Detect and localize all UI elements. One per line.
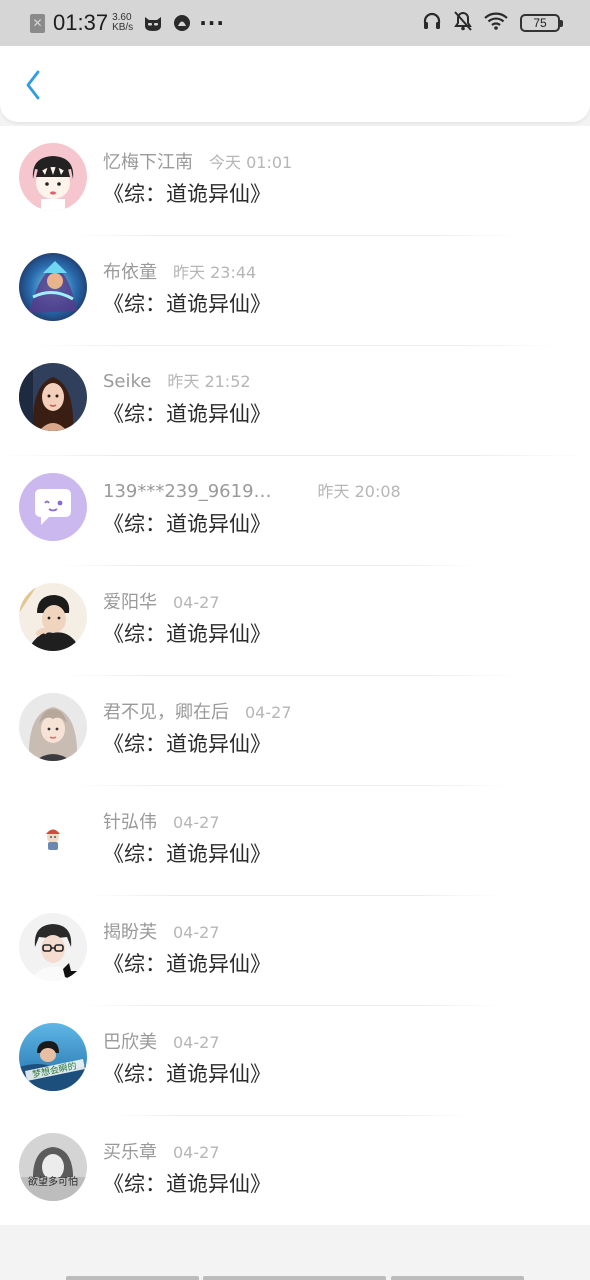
timestamp: 04-27: [173, 813, 220, 832]
battery-indicator: 75: [520, 14, 563, 32]
avatar[interactable]: [19, 803, 87, 871]
timestamp: 04-27: [173, 1033, 220, 1052]
list-item[interactable]: 139***239_9619… 昨天 20:08 《综：道诡异仙》: [0, 456, 590, 566]
user-name: 针弘伟: [103, 812, 157, 833]
list-item[interactable]: 君不见，卿在后 04-27 《综：道诡异仙》: [0, 676, 590, 786]
book-title: 《综：道诡异仙》: [103, 952, 271, 976]
user-name: 揭盼芙: [103, 922, 157, 943]
avatar[interactable]: [19, 913, 87, 981]
list-item[interactable]: 布依童 昨天 23:44 《综：道诡异仙》: [0, 236, 590, 346]
user-name: 君不见，卿在后: [103, 702, 229, 723]
avatar[interactable]: 梦想会瞬的: [19, 1023, 87, 1091]
avatar-caption: 欲望多可怕: [28, 1175, 78, 1188]
book-title: 《综：道诡异仙》: [103, 402, 271, 426]
back-button[interactable]: [18, 70, 48, 104]
user-name: 布依童: [103, 262, 157, 283]
avatar[interactable]: [19, 363, 87, 431]
network-speed: 3.60 KB/s: [112, 13, 133, 33]
avatar[interactable]: [19, 583, 87, 651]
network-speed-unit: KB/s: [112, 22, 134, 33]
avatar[interactable]: 欲望多可怕: [19, 1133, 87, 1201]
avatar[interactable]: [19, 693, 87, 761]
avatar[interactable]: [19, 473, 87, 541]
timestamp: 04-27: [173, 923, 220, 942]
timestamp: 04-27: [245, 703, 292, 722]
cat-app-icon: [143, 14, 163, 32]
book-title: 《综：道诡异仙》: [103, 512, 271, 536]
user-name: 忆梅下江南: [103, 152, 193, 173]
bell-muted-icon: [454, 11, 472, 35]
list-item[interactable]: Seike 昨天 21:52 《综：道诡异仙》: [0, 346, 590, 456]
avatar[interactable]: [19, 253, 87, 321]
timestamp: 昨天 23:44: [173, 263, 257, 282]
gesture-bar: [66, 1276, 199, 1280]
gesture-bar: [203, 1276, 386, 1280]
user-name: 139***239_9619…: [103, 481, 272, 502]
clock: 01:37: [53, 10, 109, 35]
app-notification-icon: [173, 14, 191, 32]
user-name: Seike: [103, 371, 152, 392]
book-title: 《综：道诡异仙》: [103, 1062, 271, 1086]
wifi-icon: [484, 12, 508, 34]
timestamp: 昨天 20:08: [317, 482, 401, 501]
list-item[interactable]: 欲望多可怕 买乐章 04-27 《综：道诡异仙》: [0, 1116, 590, 1225]
timestamp: 04-27: [173, 593, 220, 612]
book-title: 《综：道诡异仙》: [103, 622, 271, 646]
list-item[interactable]: 忆梅下江南 今天 01:01 《综：道诡异仙》: [0, 126, 590, 236]
chevron-left-icon: [25, 70, 41, 104]
user-name: 买乐章: [103, 1142, 157, 1163]
avatar[interactable]: [19, 143, 87, 211]
list-item[interactable]: 揭盼芙 04-27 《综：道诡异仙》: [0, 896, 590, 1006]
list-item[interactable]: 梦想会瞬的 巴欣美 04-27 《综：道诡异仙》: [0, 1006, 590, 1116]
book-title: 《综：道诡异仙》: [103, 732, 271, 756]
status-bar: ✕ 01:37 3.60 KB/s ··· 75: [0, 0, 590, 46]
headphone-icon: [422, 11, 442, 35]
book-title: 《综：道诡异仙》: [103, 182, 271, 206]
list-item[interactable]: 针弘伟 04-27 《综：道诡异仙》: [0, 786, 590, 896]
book-title: 《综：道诡异仙》: [103, 1172, 271, 1196]
gesture-bar: [391, 1276, 524, 1280]
user-name: 巴欣美: [103, 1032, 157, 1053]
user-name: 爱阳华: [103, 592, 157, 613]
no-sim-icon: ✕: [30, 13, 45, 33]
timestamp: 今天 01:01: [209, 153, 293, 172]
record-list: 忆梅下江南 今天 01:01 《综：道诡异仙》 布依童 昨天 23:44 《综：道诡…: [0, 126, 590, 1225]
book-title: 《综：道诡异仙》: [103, 842, 271, 866]
list-item[interactable]: 爱阳华 04-27 《综：道诡异仙》: [0, 566, 590, 676]
timestamp: 昨天 21:52: [167, 372, 251, 391]
more-notifications-icon: ···: [199, 11, 225, 35]
book-title: 《综：道诡异仙》: [103, 292, 271, 316]
top-navigation-bar: [0, 46, 590, 122]
timestamp: 04-27: [173, 1143, 220, 1162]
